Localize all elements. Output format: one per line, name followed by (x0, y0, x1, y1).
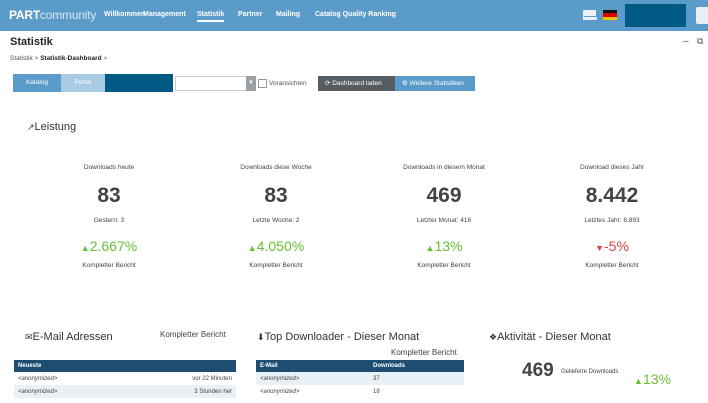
stat-month: Downloads in diesem Monat 469 Letzter Mo… (374, 164, 514, 269)
mail-icon[interactable] (583, 10, 597, 20)
stat-label: Download dieses Jahr (580, 164, 644, 171)
stat-label: Downloads heute (83, 164, 135, 171)
activity-percent: ▲13% (634, 371, 671, 387)
breadcrumb-statistik[interactable]: Statistik (10, 55, 33, 62)
top-downloader-table: E-Mail Downloads <anonymized> 37 <anonymiz… (256, 360, 464, 398)
arrow-down-icon: ▼ (595, 243, 604, 253)
users-icon: ❖ (489, 332, 498, 342)
user-menu[interactable] (625, 4, 686, 27)
envelope-icon: ✉ (25, 332, 33, 342)
stat-percent: ▲4.050% (247, 238, 305, 254)
email-cell: <anonymized> (18, 375, 58, 382)
top-navigation-bar: PARTcommunity Willkommen Management Stat… (0, 0, 708, 31)
full-report-link[interactable]: Kompletter Bericht (206, 262, 346, 269)
partcommunity-logo[interactable]: PARTcommunity (9, 8, 96, 22)
filter-select[interactable] (175, 76, 247, 91)
activity-header: ❖Aktivität - Dieser Monat (489, 331, 611, 343)
leistung-title: Leistung (34, 121, 77, 133)
stat-year: Download dieses Jahr 8.442 Letztes Jahr:… (542, 164, 682, 269)
column-header-email[interactable]: E-Mail (256, 360, 369, 372)
preview-checkbox[interactable] (258, 79, 267, 88)
top-downloader-full-report-link[interactable]: Kompletter Bericht (391, 348, 457, 357)
activity-value: 469 (522, 360, 554, 381)
stat-label: Downloads diese Woche (240, 164, 312, 171)
time-cell: 3 Stunden her (124, 385, 236, 398)
table-row[interactable]: <anonymized> vor 22 Minuten (14, 372, 236, 385)
nav-willkommen[interactable]: Willkommen (104, 11, 145, 18)
full-report-link[interactable]: Kompletter Bericht (39, 262, 179, 269)
line-chart-icon: ↗ (27, 122, 35, 132)
minimize-icon[interactable]: – (683, 36, 689, 47)
full-report-link[interactable]: Kompletter Bericht (542, 262, 682, 269)
downloads-cell: 18 (373, 388, 380, 395)
refresh-icon: ⟳ (325, 80, 331, 87)
gear-icon: ⚙ (402, 80, 408, 87)
email-table: Neueste <anonymized> vor 22 Minuten <anon… (14, 360, 236, 398)
stat-value: 8.442 (585, 184, 639, 207)
column-header-downloads[interactable]: Downloads (369, 360, 464, 372)
email-full-report-link[interactable]: Kompletter Bericht (160, 330, 226, 339)
activity-label: Gelieferte Downloads (561, 369, 619, 375)
time-cell: vor 22 Minuten (192, 375, 232, 382)
download-icon: ⬇ (257, 332, 265, 342)
stat-percent: ▲13% (425, 238, 463, 254)
arrow-up-icon: ▲ (247, 243, 257, 253)
top-downloader-title: Top Downloader - Dieser Monat (264, 331, 420, 343)
email-cell: <anonymized> (260, 388, 300, 395)
stat-previous: Gestern: 3 (93, 217, 125, 224)
account-button[interactable] (696, 7, 708, 24)
nav-mailing[interactable]: Mailing (276, 11, 300, 18)
more-statistics-button[interactable]: ⚙ Weitere Statistiken (395, 76, 475, 91)
breadcrumb-dashboard: Statistik-Dashboard (40, 55, 102, 62)
stat-previous: Letztes Jahr: 8.893 (584, 217, 640, 224)
catalog-selector[interactable] (105, 74, 173, 92)
stat-previous: Letzte Woche: 2 (252, 217, 300, 224)
more-statistics-label: Weitere Statistiken (409, 80, 464, 87)
arrow-up-icon: ▲ (80, 243, 90, 253)
nav-partner[interactable]: Partner (238, 11, 263, 18)
nav-catalog-quality-ranking[interactable]: Catalog Quality Ranking (315, 11, 396, 18)
stat-previous: Letzter Monat: 416 (416, 217, 472, 224)
page-title: Statistik (10, 36, 53, 48)
breadcrumb: Statistik > Statistik-Dashboard > (10, 55, 107, 62)
table-row[interactable]: <anonymized> 3 Stunden her (14, 385, 236, 398)
stat-percent: ▼-5% (595, 238, 629, 254)
load-dashboard-button[interactable]: ⟳ Dashboard laden (318, 76, 406, 91)
german-flag-icon[interactable] (603, 10, 617, 20)
arrow-up-icon: ▲ (634, 376, 643, 386)
stat-percent: ▲2.667% (80, 238, 138, 254)
preview-label: Voransichten (269, 80, 307, 87)
nav-management[interactable]: Management (143, 11, 186, 18)
email-title: E-Mail Adressen (32, 331, 113, 343)
top-downloader-header: ⬇Top Downloader - Dieser Monat (257, 331, 419, 343)
breadcrumb-separator: > (103, 55, 108, 62)
tab-katalog[interactable]: Katalog (13, 74, 61, 92)
full-report-link[interactable]: Kompletter Bericht (374, 262, 514, 269)
leistung-header: ↗Leistung (27, 121, 76, 133)
email-cell: <anonymized> (14, 385, 125, 398)
stat-label: Downloads in diesem Monat (403, 164, 485, 171)
downloads-cell: 37 (369, 372, 464, 385)
stat-value: 469 (426, 184, 462, 207)
column-header-neueste[interactable]: Neueste (14, 360, 236, 372)
chevron-down-icon[interactable]: ▼ (246, 76, 256, 91)
table-row[interactable]: <anonymized> 37 (256, 372, 464, 385)
stat-today: Downloads heute 83 Gestern: 3 ▲2.667% Ko… (39, 164, 179, 269)
nav-statistik[interactable]: Statistik (197, 11, 225, 22)
stat-value: 83 (264, 184, 288, 207)
load-dashboard-label: Dashboard laden (332, 80, 382, 87)
email-header: ✉E-Mail Adressen (25, 331, 113, 343)
breadcrumb-separator: > (34, 55, 39, 62)
restore-window-icon[interactable]: ⧉ (697, 36, 703, 47)
activity-title: Aktivität - Dieser Monat (497, 331, 611, 343)
table-row[interactable]: <anonymized> 18 (256, 385, 464, 398)
stat-week: Downloads diese Woche 83 Letzte Woche: 2… (206, 164, 346, 269)
stat-value: 83 (97, 184, 121, 207)
email-cell: <anonymized> (256, 372, 369, 385)
tab-portal[interactable]: Portal (61, 74, 105, 92)
